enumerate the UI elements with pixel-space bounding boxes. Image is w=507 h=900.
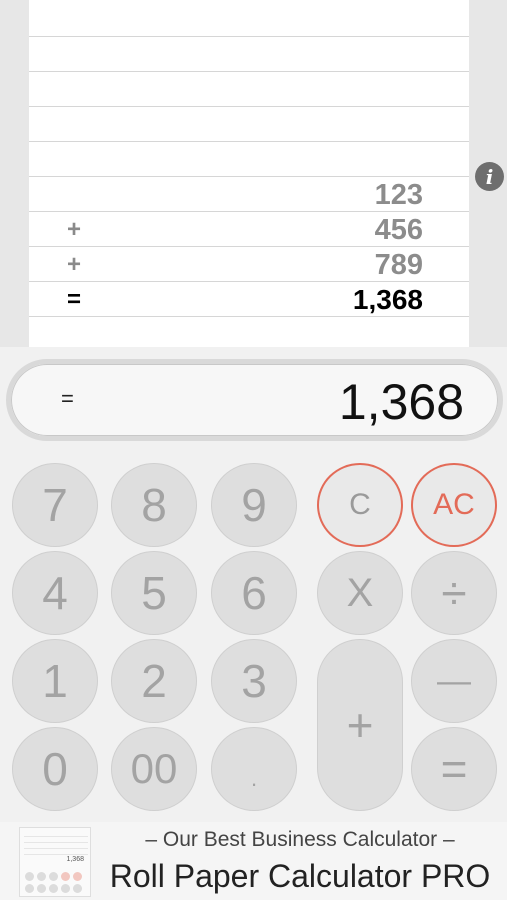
multiply-button[interactable]: X bbox=[317, 551, 403, 635]
key-00[interactable]: 00 bbox=[111, 727, 197, 811]
tape-row: + 789 bbox=[29, 247, 469, 282]
tape-line bbox=[29, 71, 469, 72]
tape-operator: + bbox=[67, 251, 82, 278]
ad-title: Roll Paper Calculator PRO bbox=[109, 858, 491, 894]
equals-button[interactable]: = bbox=[411, 727, 497, 811]
ad-banner[interactable]: 1,368 – Our Best Business Calculator – R… bbox=[0, 822, 507, 900]
tape-total-row: = 1,368 bbox=[29, 282, 469, 317]
tape-operator: + bbox=[67, 216, 82, 243]
tape-line bbox=[29, 106, 469, 107]
key-5[interactable]: 5 bbox=[111, 551, 197, 635]
display-value: 1,368 bbox=[338, 374, 464, 430]
all-clear-button[interactable]: AC bbox=[411, 463, 497, 547]
tape-row: + 456 bbox=[29, 212, 469, 247]
ad-thumb-value: 1,368 bbox=[66, 856, 84, 863]
key-2[interactable]: 2 bbox=[111, 639, 197, 723]
key-3[interactable]: 3 bbox=[211, 639, 297, 723]
key-9[interactable]: 9 bbox=[211, 463, 297, 547]
display-operator: = bbox=[61, 386, 74, 411]
key-7[interactable]: 7 bbox=[12, 463, 98, 547]
clear-button[interactable]: C bbox=[317, 463, 403, 547]
info-icon[interactable]: i bbox=[475, 162, 504, 191]
tape-value: 789 bbox=[374, 249, 423, 281]
tape-total-value: 1,368 bbox=[352, 284, 423, 315]
key-8[interactable]: 8 bbox=[111, 463, 197, 547]
tape-line bbox=[29, 36, 469, 37]
ad-tagline: – Our Best Business Calculator – bbox=[145, 828, 455, 851]
result-display: = 1,368 bbox=[6, 359, 503, 441]
key-4[interactable]: 4 bbox=[12, 551, 98, 635]
tape-line bbox=[29, 141, 469, 142]
tape-value: 456 bbox=[374, 214, 423, 246]
key-1[interactable]: 1 bbox=[12, 639, 98, 723]
key-6[interactable]: 6 bbox=[211, 551, 297, 635]
divide-button[interactable]: ÷ bbox=[411, 551, 497, 635]
tape-row: 123 bbox=[29, 177, 469, 212]
info-button-label: i bbox=[485, 164, 494, 189]
ad-app-thumbnail: 1,368 bbox=[19, 827, 91, 897]
paper-tape[interactable]: 123 + 456 + 789 = 1,368 bbox=[29, 0, 469, 347]
decimal-button[interactable]: . bbox=[211, 727, 297, 811]
key-0[interactable]: 0 bbox=[12, 727, 98, 811]
minus-button[interactable]: — bbox=[411, 639, 497, 723]
paper-roll-area[interactable]: 123 + 456 + 789 = 1,368 i bbox=[0, 0, 507, 347]
tape-operator: = bbox=[67, 286, 82, 313]
plus-button[interactable]: + bbox=[317, 639, 403, 811]
tape-value: 123 bbox=[374, 179, 423, 211]
